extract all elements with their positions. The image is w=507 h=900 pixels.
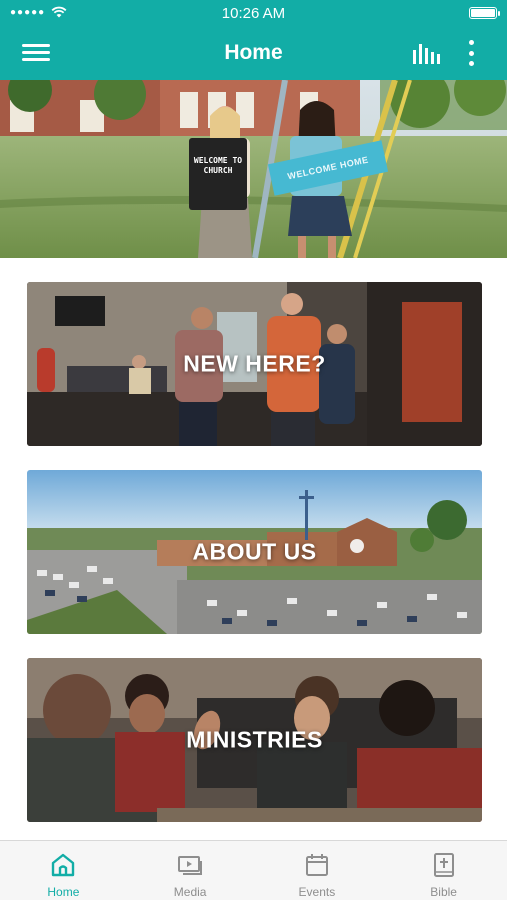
- battery-icon: [469, 7, 500, 19]
- tab-bible-label: Bible: [430, 885, 457, 899]
- about-us-card[interactable]: ABOUT US: [27, 470, 482, 634]
- sign-welcome-to-church: WELCOME TO CHURCH: [189, 138, 247, 210]
- ministries-card[interactable]: MINISTRIES: [27, 658, 482, 822]
- calendar-icon: [305, 854, 328, 876]
- sign-line-1: WELCOME TO: [193, 156, 243, 165]
- tab-bar: Home Media Events Bible: [0, 840, 507, 900]
- tab-events[interactable]: Events: [254, 841, 381, 900]
- status-bar: ●●●●● 10:26 AM: [0, 0, 507, 26]
- equalizer-icon[interactable]: [411, 40, 443, 66]
- sign-welcome-home-text: WELCOME HOME: [286, 154, 370, 182]
- ministries-label: MINISTRIES: [186, 726, 323, 753]
- hero-image: WELCOME TO CHURCH WELCOME HOME: [0, 80, 507, 258]
- sign-line-2: CHURCH: [203, 166, 233, 175]
- tab-home-label: Home: [47, 885, 80, 899]
- tab-bible[interactable]: Bible: [380, 841, 507, 900]
- more-vertical-icon[interactable]: [463, 38, 479, 68]
- bible-icon: [433, 853, 454, 877]
- media-icon: [178, 856, 203, 875]
- tab-media-label: Media: [173, 885, 207, 899]
- about-us-label: ABOUT US: [192, 538, 317, 565]
- tab-events-label: Events: [298, 885, 336, 899]
- status-time: 10:26 AM: [221, 5, 286, 22]
- tab-media[interactable]: Media: [127, 841, 254, 900]
- hero-photo: [0, 80, 507, 258]
- new-here-card[interactable]: NEW HERE?: [27, 282, 482, 446]
- home-icon: [52, 853, 75, 877]
- tab-home[interactable]: Home: [0, 841, 127, 900]
- new-here-label: NEW HERE?: [183, 350, 326, 377]
- nav-bar: Home: [0, 26, 507, 80]
